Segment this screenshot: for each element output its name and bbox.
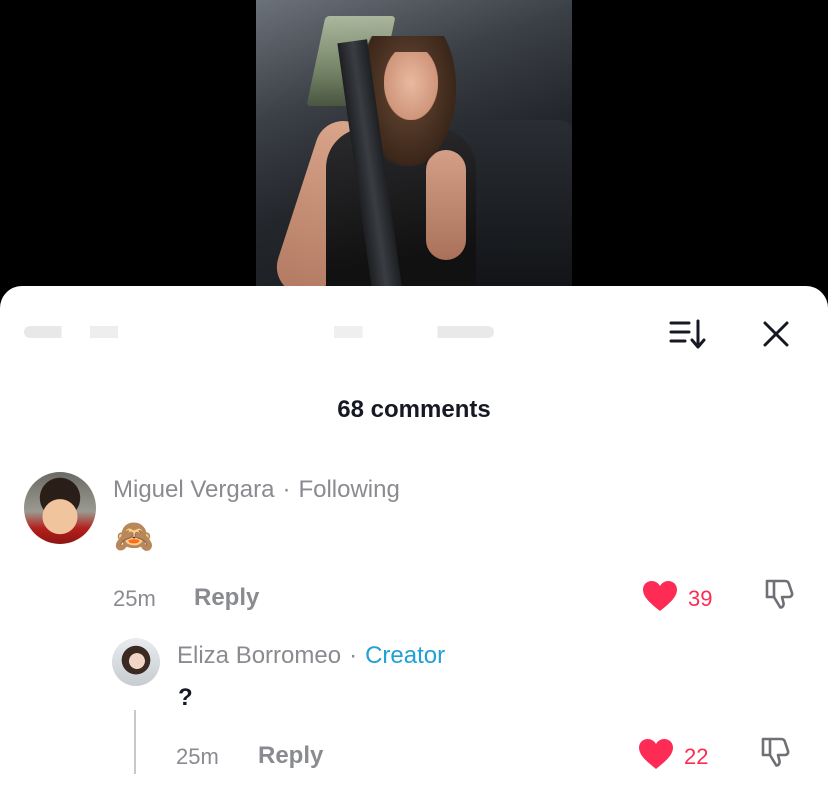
reply-text: ? <box>178 684 193 711</box>
heart-icon <box>638 738 674 775</box>
reply-like-button[interactable]: 22 <box>638 738 708 775</box>
avatar[interactable] <box>24 472 96 544</box>
reply-avatar[interactable] <box>112 638 160 686</box>
video-subject-shoulder <box>426 150 466 260</box>
following-tag: Following <box>298 476 400 503</box>
separator-dot: · <box>282 476 291 503</box>
video-subject-face <box>384 52 438 120</box>
heart-icon <box>642 580 678 617</box>
like-count: 39 <box>688 585 713 611</box>
reply-reply-button[interactable]: Reply <box>258 742 323 770</box>
header-blurred-text <box>24 326 494 338</box>
comment-count: 68 comments <box>337 396 491 423</box>
like-button[interactable]: 39 <box>642 580 712 617</box>
video-player[interactable] <box>256 0 572 300</box>
reply-time: 25m <box>176 744 219 769</box>
separator-dot: · <box>349 642 358 669</box>
close-button[interactable] <box>758 320 794 352</box>
comments-sheet: 68 comments Miguel Vergara · Following 🙈 2… <box>0 286 828 806</box>
sort-icon <box>669 318 707 355</box>
comment-username[interactable]: Miguel Vergara <box>113 476 274 503</box>
comment-text: 🙈 <box>114 518 154 554</box>
comment-time: 25m <box>113 586 156 611</box>
comment-username-line: Miguel Vergara · Following <box>113 476 400 504</box>
reply-like-count: 22 <box>684 743 709 769</box>
reply-button[interactable]: Reply <box>194 584 259 612</box>
thread-line <box>134 710 136 774</box>
close-icon <box>762 320 790 353</box>
dislike-icon <box>763 577 797 616</box>
creator-tag: Creator <box>365 642 446 669</box>
sort-button[interactable] <box>668 318 708 355</box>
dislike-button[interactable] <box>762 578 798 614</box>
dislike-icon <box>759 735 793 774</box>
reply-dislike-button[interactable] <box>758 736 794 772</box>
reply-username[interactable]: Eliza Borromeo <box>177 642 341 669</box>
reply-username-line: Eliza Borromeo · Creator <box>177 642 445 670</box>
